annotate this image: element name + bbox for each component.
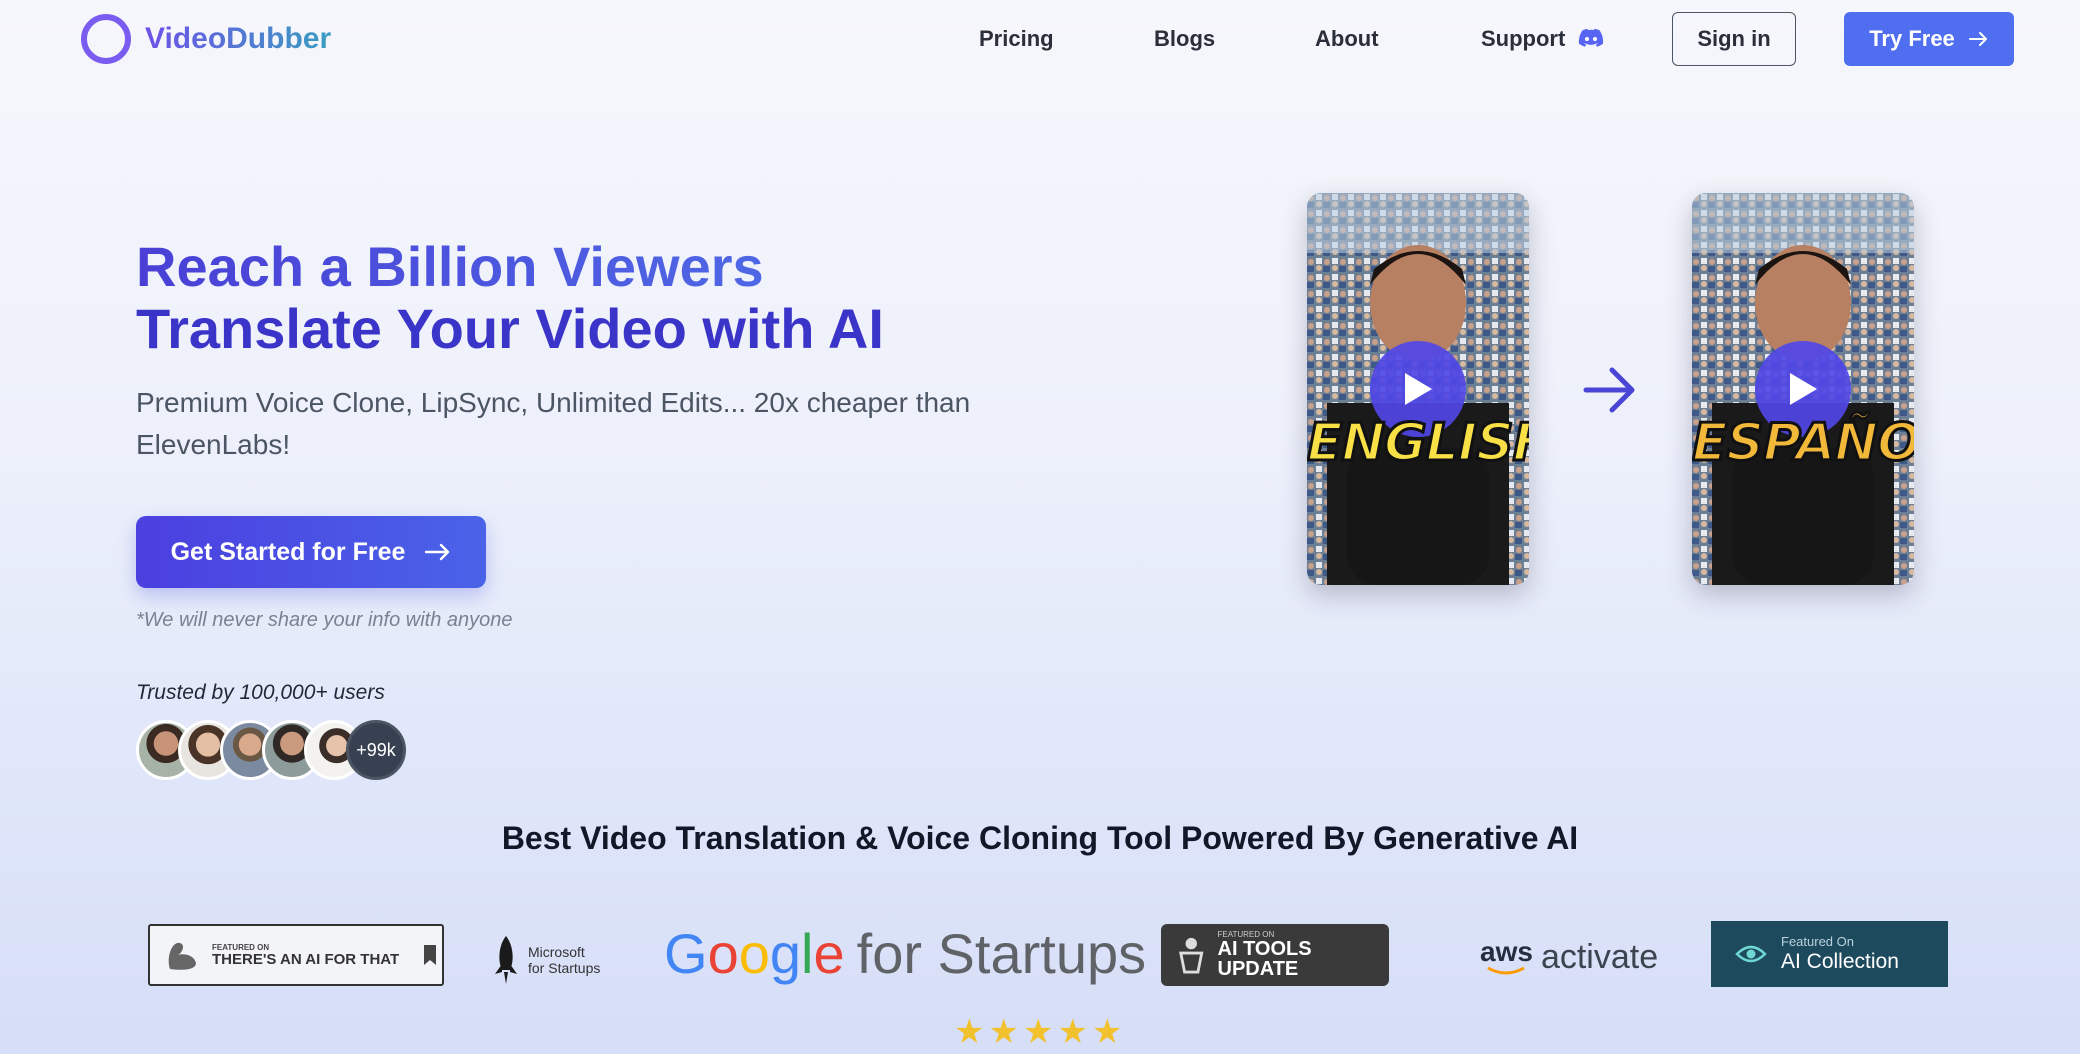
ms-line1: Microsoft: [528, 944, 585, 960]
play-icon: [1790, 373, 1817, 405]
bookmark-icon: [424, 945, 437, 965]
brand-name: VideoDubber: [145, 22, 332, 55]
discord-icon[interactable]: [1578, 28, 1604, 48]
privacy-disclaimer: *We will never share your info with anyo…: [136, 609, 513, 631]
brand-logo[interactable]: VideoDubber: [81, 14, 331, 64]
site-header: VideoDubber Pricing Blogs About Support …: [0, 0, 2080, 78]
arrow-right-icon: [1968, 32, 1987, 46]
hero-subtitle: Premium Voice Clone, LipSync, Unlimited …: [136, 387, 971, 460]
video-caption: ESPAÑOL: [1692, 412, 1914, 475]
video-caption: ENGLISH: [1307, 412, 1529, 475]
aws-activate: activate: [1540, 937, 1659, 976]
user-avatars: +99k: [136, 720, 436, 780]
aws-smile-icon: [1487, 966, 1526, 975]
get-started-label: Get Started for Free: [170, 537, 406, 566]
ai-tools-update-badge[interactable]: FEATURED ON AI TOOLS UPDATE: [1161, 924, 1389, 986]
aift-badge[interactable]: FEATURED ON THERE'S AN AI FOR THAT: [148, 924, 444, 986]
video-spanish[interactable]: ESPAÑOL: [1692, 193, 1914, 585]
google-startups-badge[interactable]: Google for Startups: [664, 918, 1146, 988]
hero-title: Reach a Billion Viewers Translate Your V…: [136, 236, 884, 360]
google-wordmark: Google: [664, 921, 845, 985]
star-icon: ★: [1057, 1013, 1092, 1051]
ai-collection-badge[interactable]: Featured On AI Collection: [1711, 921, 1948, 987]
nav-about[interactable]: About: [1315, 26, 1379, 52]
microsoft-startups-badge[interactable]: Microsoft for Startups: [492, 933, 612, 987]
arm-icon: [168, 942, 196, 970]
aws-activate-badge[interactable]: aws activate: [1480, 932, 1658, 982]
arrow-right-icon: [1583, 367, 1635, 413]
eye-icon: [1735, 945, 1767, 963]
star-icon: ★: [988, 1013, 1023, 1051]
play-icon: [1405, 373, 1432, 405]
get-started-button[interactable]: Get Started for Free: [136, 516, 486, 588]
google-suffix: for Startups: [856, 921, 1147, 985]
aic-name: AI Collection: [1781, 949, 1899, 973]
arrow-right-icon: [425, 543, 450, 561]
rocket-icon: [495, 936, 517, 984]
aift-name: THERE'S AN AI FOR THAT: [212, 950, 400, 968]
robot-icon: [1179, 937, 1204, 974]
signin-button[interactable]: Sign in: [1672, 12, 1796, 66]
aws-word: aws: [1480, 936, 1533, 967]
try-free-label: Try Free: [1869, 26, 1955, 51]
rating-stars: ★★★★★: [954, 1012, 1126, 1052]
nav-support[interactable]: Support: [1481, 26, 1565, 52]
ms-line2: for Startups: [528, 960, 601, 976]
hero-title-line2: Translate Your Video with AI: [136, 297, 884, 360]
star-icon: ★: [1022, 1013, 1058, 1051]
hero-title-line1: Reach a Billion Viewers: [136, 236, 884, 298]
signin-label: Sign in: [1697, 26, 1771, 51]
atu-name: AI TOOLS UPDATE: [1217, 938, 1312, 980]
more-users-badge: +99k: [346, 720, 406, 780]
logo-ring-icon: [81, 14, 131, 64]
tagline: Best Video Translation & Voice Cloning T…: [501, 820, 1579, 856]
star-icon: ★: [954, 1013, 989, 1051]
nav-blogs[interactable]: Blogs: [1154, 26, 1215, 52]
video-english[interactable]: ENGLISH: [1307, 193, 1529, 585]
nav-pricing[interactable]: Pricing: [979, 26, 1054, 52]
try-free-button[interactable]: Try Free: [1844, 12, 2014, 66]
star-icon: ★: [1091, 1013, 1127, 1051]
aic-small: Featured On: [1781, 934, 1854, 950]
trusted-text: Trusted by 100,000+ users: [136, 681, 385, 704]
